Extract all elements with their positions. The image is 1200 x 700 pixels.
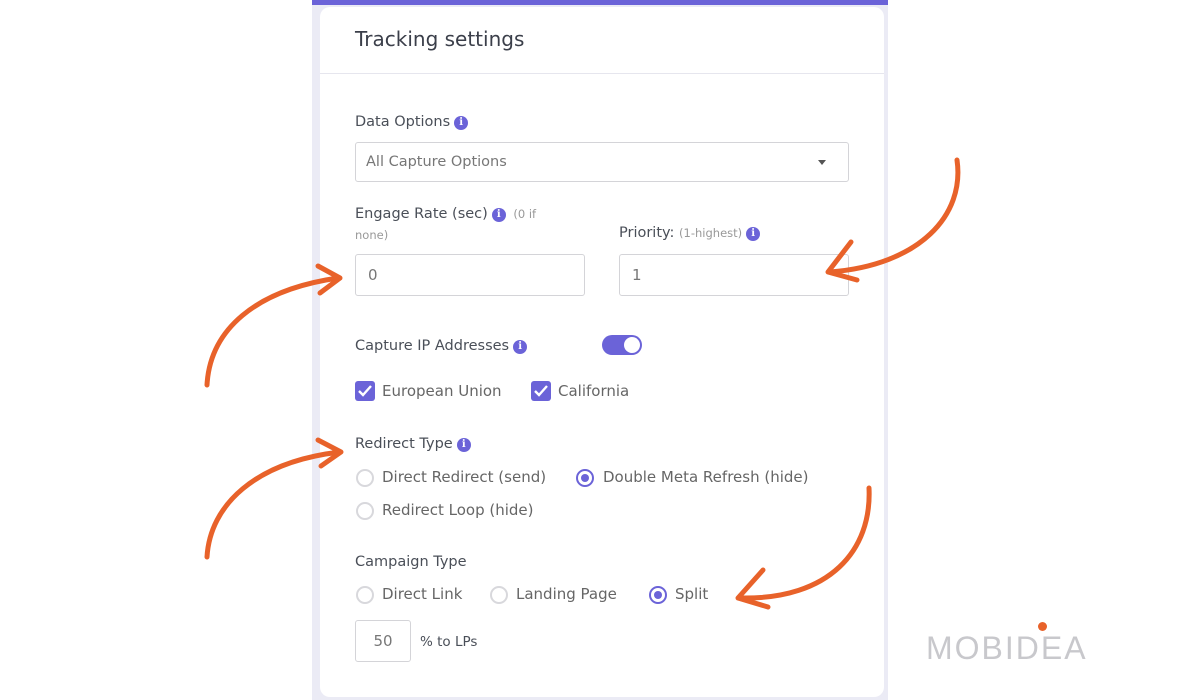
- info-icon[interactable]: i: [491, 208, 506, 222]
- radio-label-redirect-loop: Redirect Loop (hide): [382, 501, 534, 519]
- checkbox-european-union[interactable]: [355, 381, 375, 401]
- tracking-settings-card: Tracking settings Data Options i All Capt…: [320, 7, 884, 697]
- data-options-label-text: Data Options: [355, 114, 451, 130]
- checkbox-label-european-union: European Union: [382, 382, 502, 400]
- radio-label-split: Split: [675, 585, 709, 603]
- capture-ip-label: Capture IP Addresses i: [355, 338, 528, 354]
- split-percent-input[interactable]: [355, 620, 411, 662]
- info-icon[interactable]: i: [454, 116, 469, 130]
- radio-double-meta-refresh[interactable]: [576, 469, 594, 487]
- radio-label-direct-redirect: Direct Redirect (send): [382, 468, 547, 486]
- priority-label: Priority: (1-highest) i: [619, 225, 761, 241]
- priority-hint: (1-highest): [679, 226, 743, 240]
- toggle-knob: [624, 337, 640, 353]
- capture-ip-label-text: Capture IP Addresses: [355, 338, 510, 354]
- radio-direct-link[interactable]: [356, 586, 374, 604]
- engage-rate-hint: (0 if: [513, 207, 537, 221]
- split-percent-suffix: % to LPs: [420, 634, 478, 650]
- info-icon[interactable]: i: [746, 227, 761, 241]
- watermark-dot: [1038, 622, 1047, 631]
- radio-label-direct-link: Direct Link: [382, 585, 463, 603]
- info-icon[interactable]: i: [513, 340, 528, 354]
- info-icon[interactable]: i: [456, 438, 471, 452]
- capture-ip-toggle[interactable]: [602, 335, 642, 355]
- engage-rate-label: Engage Rate (sec) i (0 if: [355, 206, 536, 222]
- chevron-down-icon: [818, 160, 826, 165]
- data-options-label: Data Options i: [355, 114, 469, 130]
- checkmark-icon: [534, 385, 548, 397]
- checkbox-california[interactable]: [531, 381, 551, 401]
- radio-split[interactable]: [649, 586, 667, 604]
- checkmark-icon: [358, 385, 372, 397]
- engage-rate-hint-cont: none): [355, 228, 389, 242]
- campaign-type-label: Campaign Type: [355, 554, 467, 570]
- card-title: Tracking settings: [355, 27, 525, 51]
- redirect-type-label: Redirect Type i: [355, 436, 471, 452]
- engage-rate-label-text: Engage Rate (sec): [355, 206, 488, 222]
- radio-direct-redirect[interactable]: [356, 469, 374, 487]
- radio-landing-page[interactable]: [490, 586, 508, 604]
- mobidea-watermark: MOBIDEA: [926, 630, 1088, 666]
- priority-label-text: Priority:: [619, 225, 675, 241]
- radio-label-double-meta-refresh: Double Meta Refresh (hide): [603, 468, 809, 486]
- priority-input[interactable]: [619, 254, 849, 296]
- redirect-type-label-text: Redirect Type: [355, 436, 453, 452]
- engage-rate-input[interactable]: [355, 254, 585, 296]
- card-header: Tracking settings: [320, 7, 884, 74]
- data-options-select-value: All Capture Options: [366, 154, 507, 170]
- radio-label-landing-page: Landing Page: [516, 585, 617, 603]
- checkbox-label-california: California: [558, 382, 630, 400]
- radio-redirect-loop[interactable]: [356, 502, 374, 520]
- data-options-select[interactable]: All Capture Options: [355, 142, 849, 182]
